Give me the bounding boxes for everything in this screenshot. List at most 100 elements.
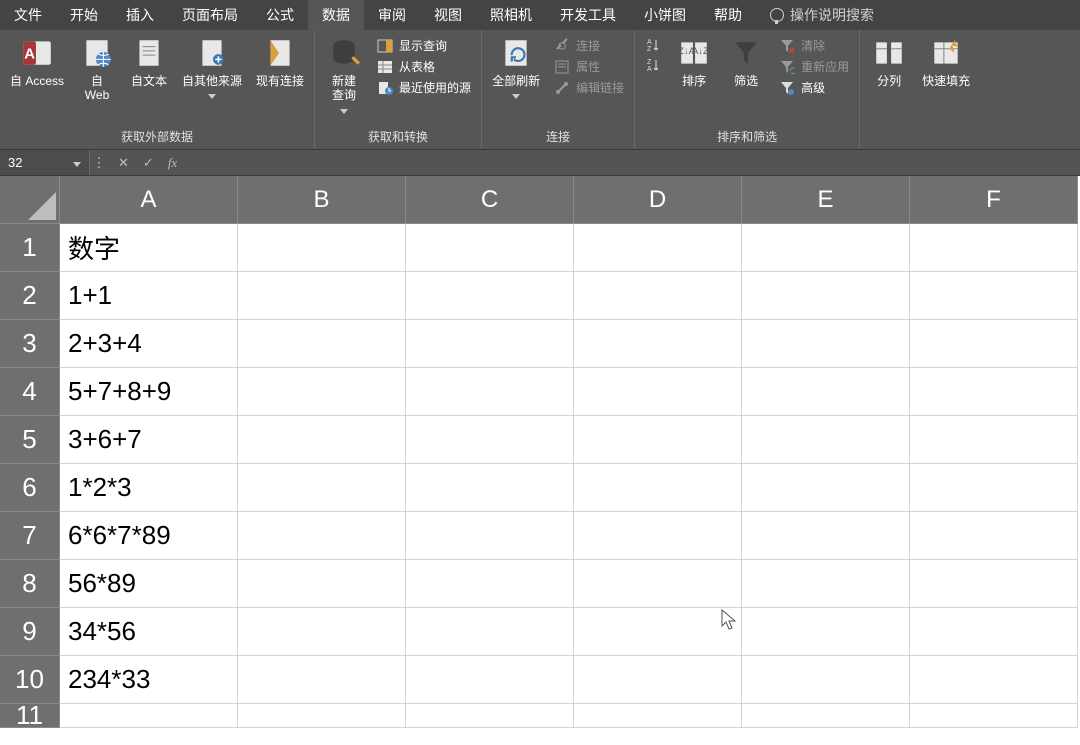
new-query-button[interactable]: 新建 查询	[321, 34, 367, 116]
row-header[interactable]: 4	[0, 368, 60, 416]
cell[interactable]	[238, 704, 406, 728]
cell[interactable]	[406, 464, 574, 512]
row-header[interactable]: 3	[0, 320, 60, 368]
select-all-corner[interactable]	[0, 176, 60, 224]
cell[interactable]	[238, 656, 406, 704]
cell-A6[interactable]: 1*2*3	[60, 464, 238, 512]
cell[interactable]	[574, 368, 742, 416]
cell[interactable]	[238, 320, 406, 368]
from-web-button[interactable]: 自 Web	[74, 34, 120, 105]
cell[interactable]	[406, 704, 574, 728]
row-header[interactable]: 6	[0, 464, 60, 512]
flash-fill-button[interactable]: 快速填充	[918, 34, 974, 90]
row-header[interactable]: 2	[0, 272, 60, 320]
cell[interactable]	[406, 416, 574, 464]
cell[interactable]	[238, 224, 406, 272]
cell[interactable]	[574, 656, 742, 704]
cell[interactable]	[742, 704, 910, 728]
col-header-C[interactable]: C	[406, 176, 574, 224]
cell[interactable]	[238, 416, 406, 464]
tab-data[interactable]: 数据	[308, 0, 364, 30]
cell[interactable]	[574, 512, 742, 560]
cell[interactable]	[742, 656, 910, 704]
cell[interactable]	[238, 560, 406, 608]
cell-A3[interactable]: 2+3+4	[60, 320, 238, 368]
cell[interactable]	[574, 608, 742, 656]
cell[interactable]	[574, 704, 742, 728]
existing-conn-button[interactable]: 现有连接	[252, 34, 308, 90]
tab-sparkline[interactable]: 小饼图	[630, 0, 700, 30]
cell[interactable]	[910, 416, 1078, 464]
cell[interactable]	[406, 320, 574, 368]
cell[interactable]	[574, 224, 742, 272]
col-header-D[interactable]: D	[574, 176, 742, 224]
formula-input[interactable]	[187, 150, 1080, 175]
cell[interactable]	[910, 464, 1078, 512]
cell[interactable]	[406, 608, 574, 656]
cell[interactable]	[742, 560, 910, 608]
cancel-formula-button[interactable]: ✕	[118, 155, 129, 171]
cell[interactable]	[406, 512, 574, 560]
cell-A11[interactable]	[60, 704, 238, 728]
cell[interactable]	[910, 656, 1078, 704]
col-header-B[interactable]: B	[238, 176, 406, 224]
cell-A8[interactable]: 56*89	[60, 560, 238, 608]
cell[interactable]	[406, 368, 574, 416]
tab-layout[interactable]: 页面布局	[168, 0, 252, 30]
cell[interactable]	[574, 560, 742, 608]
row-header[interactable]: 8	[0, 560, 60, 608]
row-header[interactable]: 1	[0, 224, 60, 272]
from-other-button[interactable]: 自其他来源	[178, 34, 246, 101]
row-header[interactable]: 5	[0, 416, 60, 464]
cell-A10[interactable]: 234*33	[60, 656, 238, 704]
refresh-all-button[interactable]: 全部刷新	[488, 34, 544, 101]
cell[interactable]	[910, 704, 1078, 728]
connections-button[interactable]: 连接	[550, 36, 628, 55]
cell[interactable]	[742, 512, 910, 560]
cell[interactable]	[238, 464, 406, 512]
cell[interactable]	[574, 272, 742, 320]
cell-A2[interactable]: 1+1	[60, 272, 238, 320]
show-queries-button[interactable]: 显示查询	[373, 36, 475, 55]
from-table-button[interactable]: 从表格	[373, 57, 475, 76]
cell[interactable]	[742, 368, 910, 416]
cell[interactable]	[406, 224, 574, 272]
tab-home[interactable]: 开始	[56, 0, 112, 30]
enter-formula-button[interactable]: ✓	[143, 155, 154, 171]
cell[interactable]	[742, 272, 910, 320]
cell[interactable]	[910, 320, 1078, 368]
tab-file[interactable]: 文件	[0, 0, 56, 30]
cell-A1[interactable]: 数字	[60, 224, 238, 272]
cell-A9[interactable]: 34*56	[60, 608, 238, 656]
sort-desc-button[interactable]: ZA	[641, 56, 665, 74]
cell[interactable]	[238, 608, 406, 656]
text-to-columns-button[interactable]: 分列	[866, 34, 912, 90]
sort-button[interactable]: Z↓AA↓Z 排序	[671, 34, 717, 90]
insert-function-button[interactable]: fx	[168, 155, 177, 171]
row-header[interactable]: 10	[0, 656, 60, 704]
cell-A7[interactable]: 6*6*7*89	[60, 512, 238, 560]
cell[interactable]	[742, 320, 910, 368]
cell[interactable]	[574, 416, 742, 464]
cell[interactable]	[910, 608, 1078, 656]
cell-A4[interactable]: 5+7+8+9	[60, 368, 238, 416]
tell-me-search[interactable]: 操作说明搜索	[756, 0, 888, 30]
cell[interactable]	[742, 416, 910, 464]
advanced-filter-button[interactable]: 高级	[775, 78, 853, 97]
cell-A5[interactable]: 3+6+7	[60, 416, 238, 464]
row-header[interactable]: 9	[0, 608, 60, 656]
cell[interactable]	[742, 224, 910, 272]
cell[interactable]	[910, 368, 1078, 416]
tab-formulas[interactable]: 公式	[252, 0, 308, 30]
col-header-F[interactable]: F	[910, 176, 1078, 224]
cell[interactable]	[238, 368, 406, 416]
tab-camera[interactable]: 照相机	[476, 0, 546, 30]
cell[interactable]	[910, 272, 1078, 320]
col-header-E[interactable]: E	[742, 176, 910, 224]
cell[interactable]	[742, 608, 910, 656]
cell[interactable]	[238, 512, 406, 560]
from-access-button[interactable]: A 自 Access	[6, 34, 68, 90]
filter-button[interactable]: 筛选	[723, 34, 769, 90]
cell[interactable]	[742, 464, 910, 512]
tab-view[interactable]: 视图	[420, 0, 476, 30]
